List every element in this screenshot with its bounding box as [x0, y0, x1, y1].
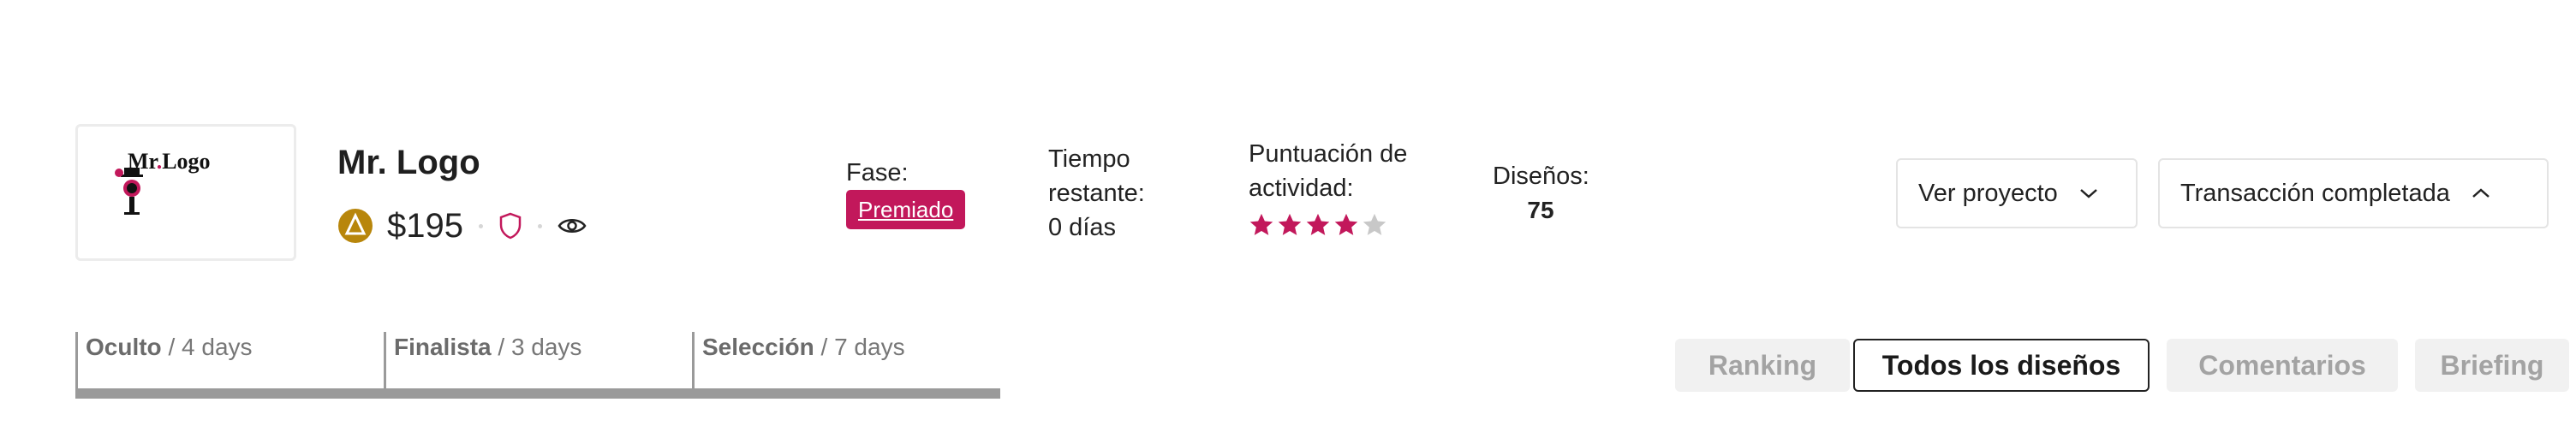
phase-divider — [75, 332, 78, 388]
phase-name: Finalista — [394, 334, 492, 360]
ver-proyecto-dropdown[interactable]: Ver proyecto — [1896, 158, 2138, 228]
phase-separator: / — [168, 334, 176, 360]
prize-row: $195 — [337, 204, 587, 248]
star-filled-icon — [1278, 213, 1302, 235]
logo-wordmark: Mr.Logo — [128, 149, 211, 174]
puntuacion-actividad: Puntuación de actividad: — [1249, 137, 1454, 205]
disenos-count: 75 — [1527, 197, 1554, 223]
contest-logo-card[interactable]: Mr.Logo — [75, 124, 296, 261]
phase-separator: / — [498, 334, 505, 360]
phase-divider — [692, 332, 695, 388]
activity-rating-stars — [1249, 212, 1387, 238]
tab-comentarios[interactable]: Comentarios — [2167, 339, 2398, 392]
phase-finalista: Finalista / 3 days — [394, 334, 581, 361]
separator-dot — [537, 223, 542, 228]
transaccion-completada-dropdown[interactable]: Transacción completada — [2158, 158, 2549, 228]
tiempo-restante: Tiempo restante: 0 días — [1048, 142, 1219, 245]
shield-icon[interactable] — [498, 212, 522, 240]
star-filled-icon — [1306, 213, 1330, 235]
star-filled-icon — [1249, 213, 1273, 235]
puntuacion-label-line1: Puntuación de — [1249, 140, 1408, 168]
star-filled-icon — [1334, 213, 1358, 235]
tiempo-label-line2: restante: — [1048, 180, 1145, 207]
tiempo-value: 0 días — [1048, 214, 1116, 241]
fase-label: Fase: — [846, 159, 909, 186]
prize-amount: $195 — [387, 206, 463, 245]
chevron-up-icon — [2472, 188, 2490, 198]
tab-todos-los-disenos[interactable]: Todos los diseños — [1853, 339, 2150, 392]
phase-oculto: Oculto / 4 days — [86, 334, 253, 361]
tiempo-label-line1: Tiempo — [1048, 145, 1130, 173]
separator-dot — [478, 223, 483, 228]
fase-status-badge[interactable]: Premiado — [846, 190, 966, 229]
phase-progress-bar — [75, 388, 1000, 399]
star-empty-icon — [1363, 213, 1386, 235]
phase-seleccion: Selección / 7 days — [702, 334, 905, 361]
contest-title: Mr. Logo — [337, 144, 480, 181]
phase-duration: 3 days — [510, 334, 582, 360]
ver-proyecto-label: Ver proyecto — [1918, 179, 2058, 207]
phase-name: Oculto — [86, 334, 162, 360]
eye-icon[interactable] — [558, 216, 587, 236]
phase-divider — [384, 332, 386, 388]
phase-name: Selección — [702, 334, 814, 360]
medal-icon — [338, 209, 373, 243]
transaccion-label: Transacción completada — [2180, 179, 2450, 207]
disenos-label: Diseños: — [1493, 163, 1589, 190]
phase-duration: 7 days — [834, 334, 905, 360]
phase-duration: 4 days — [182, 334, 253, 360]
phase-separator: / — [820, 334, 828, 360]
chevron-down-icon — [2079, 189, 2097, 198]
puntuacion-label-line2: actividad: — [1249, 175, 1354, 202]
tab-ranking[interactable]: Ranking — [1675, 339, 1850, 392]
tab-briefing[interactable]: Briefing — [2415, 339, 2569, 392]
